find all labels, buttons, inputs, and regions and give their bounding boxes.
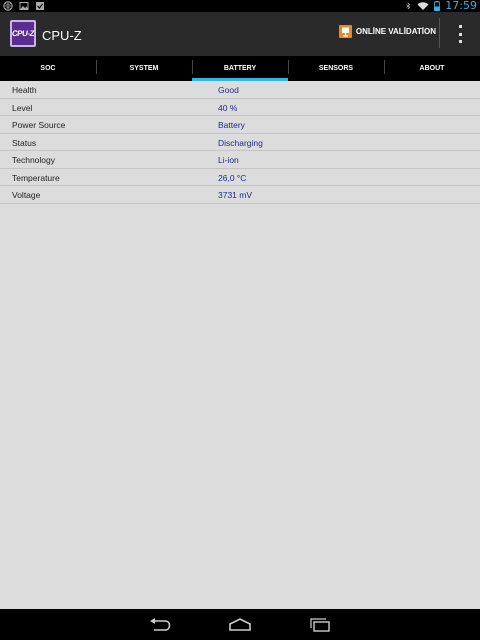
row-value: Li-ion (218, 155, 239, 165)
online-validation-button[interactable]: ONLİNE VALİDATİON (338, 25, 436, 38)
row-power-source: Power Source Battery (0, 116, 480, 134)
tab-about[interactable]: ABOUT (384, 56, 480, 81)
row-value: Good (218, 85, 239, 95)
row-value: Discharging (218, 137, 263, 148)
recent-apps-icon[interactable] (308, 617, 332, 632)
battery-info-table: Health Good Level 40 % Power Source Batt… (0, 81, 480, 204)
bluetooth-icon (406, 2, 411, 10)
row-value: 40 % (218, 102, 238, 113)
row-technology: Technology Li-ion (0, 151, 480, 169)
row-label: Power Source (12, 120, 66, 130)
row-value: 26,0 °C (218, 172, 247, 183)
cpuz-logo-icon[interactable]: CPU-Z (10, 20, 36, 47)
back-icon[interactable] (148, 617, 172, 632)
action-divider (439, 18, 440, 48)
tab-sensors[interactable]: SENSORS (288, 56, 384, 81)
navigation-bar (0, 609, 480, 640)
status-clock: 17:59 (445, 0, 477, 12)
tab-battery[interactable]: BATTERY (192, 56, 288, 81)
status-bar: 17:59 (0, 0, 480, 12)
overflow-menu-icon[interactable] (456, 25, 464, 43)
globe-icon (3, 1, 13, 11)
action-bar: CPU-Z CPU-Z ONLİNE VALİDATİON (0, 12, 480, 56)
logo-text: CPU-Z (11, 29, 35, 38)
row-health: Health Good (0, 81, 480, 99)
row-label: Temperature (12, 172, 60, 183)
row-value: 3731 mV (218, 190, 253, 200)
image-icon (19, 2, 29, 10)
app-title: CPU-Z (42, 28, 82, 43)
home-icon[interactable] (228, 617, 252, 632)
tab-soc[interactable]: SOC (0, 56, 96, 81)
row-label: Health (12, 85, 37, 95)
row-label: Voltage (12, 190, 41, 200)
tab-system[interactable]: SYSTEM (96, 56, 192, 81)
row-label: Status (12, 137, 37, 148)
notification-icons (3, 1, 45, 11)
row-label: Level (12, 102, 33, 113)
row-voltage: Voltage 3731 mV (0, 186, 480, 204)
download-done-icon (36, 2, 44, 10)
validation-label: ONLİNE VALİDATİON (355, 27, 436, 36)
row-status: Status Discharging (0, 134, 480, 151)
wifi-icon (417, 2, 429, 10)
validation-icon (338, 25, 352, 38)
row-temperature: Temperature 26,0 °C (0, 169, 480, 186)
row-label: Technology (12, 155, 56, 165)
system-icons: 17:59 (405, 0, 477, 12)
tab-bar: SOC SYSTEM BATTERY SENSORS ABOUT (0, 56, 480, 81)
battery-icon (434, 1, 441, 11)
row-value: Battery (218, 120, 245, 130)
row-level: Level 40 % (0, 99, 480, 116)
